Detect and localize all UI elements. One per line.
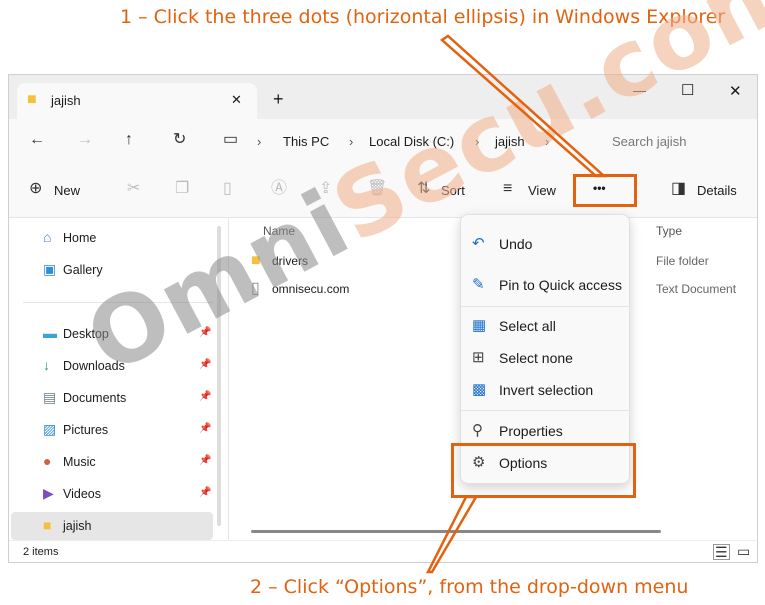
arrow-to-options	[425, 495, 479, 574]
annotation-step-2: 2 – Click “Options”, from the drop-down …	[250, 576, 689, 598]
arrow-to-ellipsis	[439, 34, 608, 178]
annotation-arrows	[425, 34, 608, 574]
